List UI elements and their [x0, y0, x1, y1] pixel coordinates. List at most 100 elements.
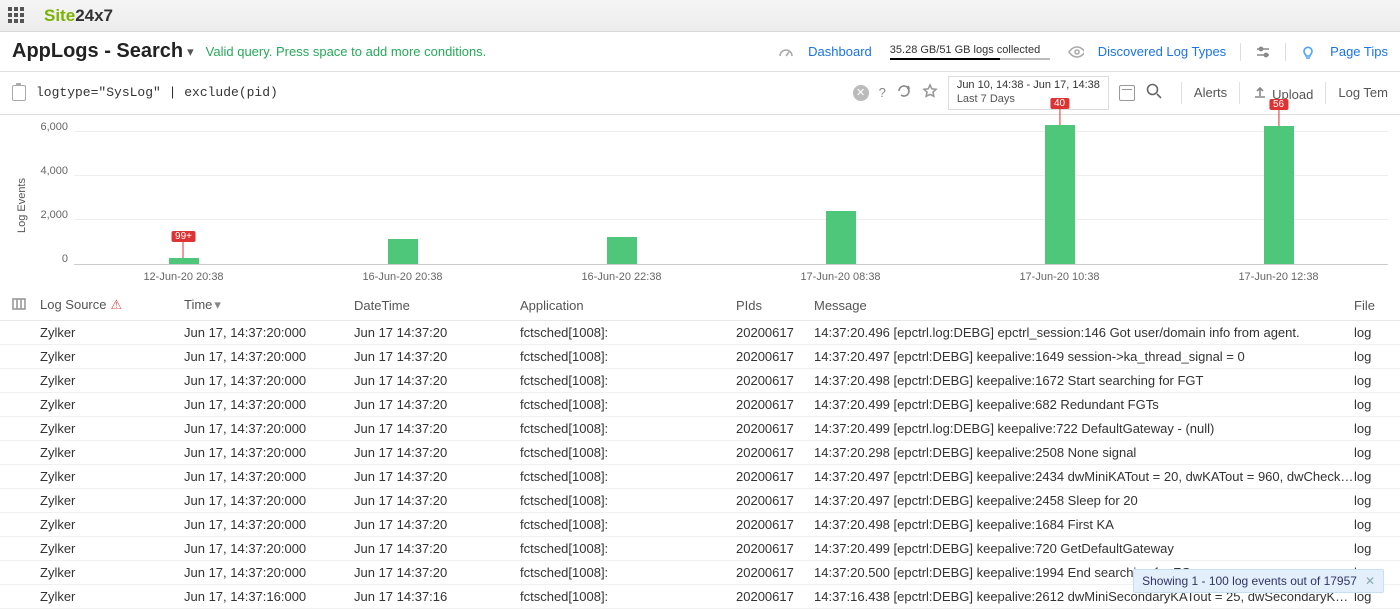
cell-time: Jun 17, 14:37:20:000 — [184, 397, 354, 412]
cell-pids: 20200617 — [736, 469, 814, 484]
cell-time: Jun 17, 14:37:20:000 — [184, 565, 354, 580]
query-status-text: Valid query. Press space to add more con… — [206, 44, 487, 59]
table-row[interactable]: ZylkerJun 17, 14:37:20:000Jun 17 14:37:2… — [0, 489, 1400, 513]
table-row[interactable]: ZylkerJun 17, 14:37:20:000Jun 17 14:37:2… — [0, 417, 1400, 441]
columns-config-icon[interactable] — [12, 297, 40, 314]
gauge-icon — [778, 44, 794, 60]
col-header-pids[interactable]: PIds — [736, 298, 814, 313]
chart-bar[interactable] — [1264, 126, 1294, 264]
warning-icon: ⚠ — [111, 297, 123, 312]
col-header-datetime[interactable]: DateTime — [354, 298, 520, 313]
storage-text: 35.28 GB/51 GB logs collected — [890, 44, 1050, 56]
cell-pids: 20200617 — [736, 397, 814, 412]
page-title: AppLogs - Search — [12, 40, 183, 63]
cell-file: log — [1354, 541, 1388, 556]
calendar-icon[interactable] — [1119, 85, 1135, 101]
x-tick: 12-Jun-20 20:38 — [143, 271, 223, 283]
cell-message: 14:37:20.499 [epctrl:DEBG] keepalive:682… — [814, 397, 1354, 412]
query-help-icon[interactable]: ? — [879, 85, 886, 100]
clipboard-icon[interactable] — [12, 85, 26, 101]
chart-bar[interactable] — [1045, 125, 1075, 264]
cell-time: Jun 17, 14:37:20:000 — [184, 373, 354, 388]
cell-pids: 20200617 — [736, 493, 814, 508]
clear-query-icon[interactable]: ✕ — [853, 85, 869, 101]
cell-application: fctsched[1008]: — [520, 589, 736, 604]
cell-datetime: Jun 17 14:37:20 — [354, 349, 520, 364]
alerts-link[interactable]: Alerts — [1194, 85, 1227, 100]
cell-log-source: Zylker — [40, 325, 184, 340]
apps-menu-icon[interactable] — [8, 7, 26, 25]
cell-time: Jun 17, 14:37:20:000 — [184, 325, 354, 340]
cell-file: log — [1354, 325, 1388, 340]
brand-logo[interactable]: Site24x7 — [44, 6, 113, 26]
star-icon[interactable] — [922, 83, 938, 102]
cell-file: log — [1354, 349, 1388, 364]
chart-plot[interactable]: 99+4056 — [74, 121, 1388, 265]
cell-log-source: Zylker — [40, 397, 184, 412]
table-row[interactable]: ZylkerJun 17, 14:37:20:000Jun 17 14:37:2… — [0, 369, 1400, 393]
cell-datetime: Jun 17 14:37:20 — [354, 469, 520, 484]
sort-desc-icon: ▾ — [214, 297, 221, 312]
col-header-time[interactable]: Time▾ — [184, 297, 354, 313]
table-row[interactable]: ZylkerJun 17, 14:37:20:000Jun 17 14:37:2… — [0, 537, 1400, 561]
table-row[interactable]: ZylkerJun 17, 14:37:20:000Jun 17 14:37:2… — [0, 441, 1400, 465]
cell-time: Jun 17, 14:37:20:000 — [184, 421, 354, 436]
cell-message: 14:37:20.496 [epctrl.log:DEBG] epctrl_se… — [814, 325, 1354, 340]
table-row[interactable]: ZylkerJun 17, 14:37:20:000Jun 17 14:37:2… — [0, 345, 1400, 369]
time-range-text: Jun 10, 14:38 - Jun 17, 14:38 — [957, 79, 1100, 93]
cell-file: log — [1354, 421, 1388, 436]
col-header-file[interactable]: File — [1354, 298, 1388, 313]
search-icon[interactable] — [1145, 82, 1163, 103]
cell-file: log — [1354, 493, 1388, 508]
discovered-log-types-link[interactable]: Discovered Log Types — [1098, 44, 1226, 59]
cell-pids: 20200617 — [736, 565, 814, 580]
x-tick: 17-Jun-20 10:38 — [1019, 271, 1099, 283]
cell-message: 14:37:20.298 [epctrl:DEBG] keepalive:250… — [814, 445, 1354, 460]
col-header-log-source[interactable]: Log Source⚠ — [40, 297, 184, 313]
cell-message: 14:37:20.497 [epctrl:DEBG] keepalive:243… — [814, 469, 1354, 484]
cell-time: Jun 17, 14:37:20:000 — [184, 493, 354, 508]
time-range-picker[interactable]: Jun 10, 14:38 - Jun 17, 14:38 Last 7 Day… — [948, 76, 1109, 110]
cell-message: 14:37:20.498 [epctrl:DEBG] keepalive:168… — [814, 517, 1354, 532]
table-row[interactable]: ZylkerJun 17, 14:37:20:000Jun 17 14:37:2… — [0, 321, 1400, 345]
sliders-icon[interactable] — [1255, 44, 1271, 60]
close-icon[interactable]: ✕ — [1365, 574, 1375, 588]
cell-log-source: Zylker — [40, 469, 184, 484]
pager-text: Showing 1 - 100 log events out of 17957 — [1142, 574, 1357, 588]
cell-log-source: Zylker — [40, 565, 184, 580]
refresh-icon[interactable] — [896, 83, 912, 102]
cell-log-source: Zylker — [40, 373, 184, 388]
flag-marker[interactable]: 99+ — [171, 231, 196, 258]
query-input[interactable]: logtype="SysLog" | exclude(pid) — [36, 85, 853, 100]
cell-log-source: Zylker — [40, 493, 184, 508]
page-tips-link[interactable]: Page Tips — [1330, 44, 1388, 59]
table-row[interactable]: ZylkerJun 17, 14:37:20:000Jun 17 14:37:2… — [0, 393, 1400, 417]
upload-icon — [1252, 84, 1268, 100]
title-dropdown-icon[interactable]: ▾ — [187, 44, 194, 60]
chart-bar[interactable] — [388, 239, 418, 263]
table-row[interactable]: ZylkerJun 17, 14:37:20:000Jun 17 14:37:2… — [0, 465, 1400, 489]
log-template-link[interactable]: Log Tem — [1338, 85, 1388, 100]
col-header-application[interactable]: Application — [520, 298, 736, 313]
cell-datetime: Jun 17 14:37:20 — [354, 517, 520, 532]
eye-icon — [1068, 44, 1084, 60]
dashboard-link[interactable]: Dashboard — [808, 44, 872, 59]
separator — [1240, 43, 1241, 61]
x-tick: 17-Jun-20 08:38 — [800, 271, 880, 283]
storage-indicator: 35.28 GB/51 GB logs collected — [886, 44, 1054, 60]
top-bar: Site24x7 — [0, 0, 1400, 32]
cell-pids: 20200617 — [736, 445, 814, 460]
cell-pids: 20200617 — [736, 373, 814, 388]
chart-bar[interactable] — [607, 237, 637, 263]
x-tick: 16-Jun-20 20:38 — [362, 271, 442, 283]
chart-bar[interactable] — [169, 258, 199, 264]
cell-message: 14:37:20.499 [epctrl:DEBG] keepalive:720… — [814, 541, 1354, 556]
cell-datetime: Jun 17 14:37:20 — [354, 541, 520, 556]
col-header-message[interactable]: Message — [814, 298, 1354, 313]
flag-marker[interactable]: 40 — [1050, 98, 1069, 125]
table-row[interactable]: ZylkerJun 17, 14:37:20:000Jun 17 14:37:2… — [0, 513, 1400, 537]
flag-marker[interactable]: 56 — [1269, 99, 1288, 126]
cell-application: fctsched[1008]: — [520, 493, 736, 508]
chart-bar[interactable] — [826, 211, 856, 264]
lightbulb-icon — [1300, 44, 1316, 60]
